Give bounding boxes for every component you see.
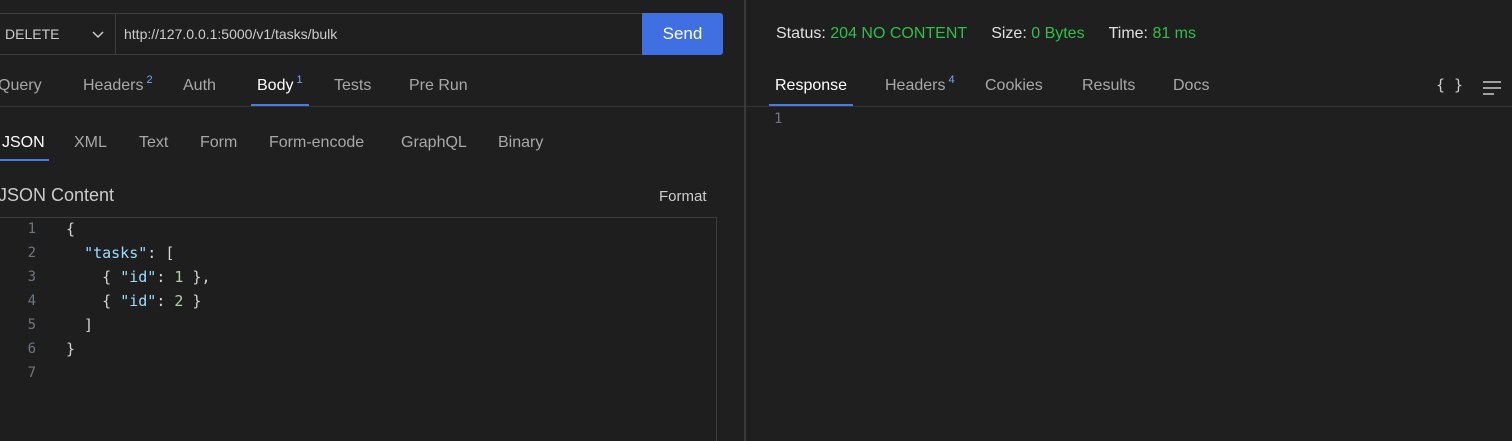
body-tab-graphql[interactable]: GraphQL bbox=[401, 134, 467, 152]
code-text: } bbox=[66, 340, 76, 358]
code-text: { "id": 1 }, bbox=[66, 268, 211, 286]
send-button[interactable]: Send bbox=[642, 13, 723, 55]
json-content-label: JSON Content bbox=[0, 185, 115, 205]
braces-icon[interactable]: { } bbox=[1436, 76, 1463, 94]
wrap-lines-icon[interactable] bbox=[1482, 80, 1502, 96]
time-value: 81 ms bbox=[1152, 25, 1197, 42]
tab-body[interactable]: Body 1 bbox=[251, 68, 309, 107]
response-line-number: 1 bbox=[774, 111, 783, 127]
tab-results-label: Results bbox=[1082, 77, 1136, 94]
tab-headers[interactable]: Headers 2 bbox=[83, 68, 153, 104]
tab-cookies[interactable]: Cookies bbox=[985, 68, 1043, 104]
url-text: http://127.0.0.1:5000/v1/tasks/bulk bbox=[124, 26, 338, 42]
tab-tests-label: Tests bbox=[334, 77, 372, 94]
status-value: 204 NO CONTENT bbox=[830, 25, 968, 42]
tab-headers-label: Headers bbox=[83, 77, 144, 94]
tab-auth[interactable]: Auth bbox=[183, 68, 216, 104]
tab-pre-run[interactable]: Pre Run bbox=[409, 68, 468, 104]
response-tabs-divider bbox=[746, 106, 1512, 107]
code-line: 1 { bbox=[0, 218, 716, 242]
line-number: 7 bbox=[27, 365, 36, 381]
tab-results[interactable]: Results bbox=[1082, 68, 1135, 104]
code-line: 6 } bbox=[0, 338, 716, 362]
response-status-bar: Status: 204 NO CONTENT Size: 0 Bytes Tim… bbox=[776, 25, 1220, 43]
tab-query-label: Query bbox=[0, 77, 42, 94]
size-label: Size: bbox=[991, 25, 1027, 42]
code-line: 5 ] bbox=[0, 314, 716, 338]
code-text: { bbox=[66, 220, 76, 238]
active-subtab-indicator bbox=[0, 159, 49, 161]
tab-auth-label: Auth bbox=[183, 77, 216, 94]
tab-pre-run-label: Pre Run bbox=[409, 77, 468, 94]
code-text: "tasks": [ bbox=[84, 244, 175, 262]
url-input[interactable]: http://127.0.0.1:5000/v1/tasks/bulk bbox=[115, 13, 643, 55]
body-tab-text[interactable]: Text bbox=[139, 134, 168, 152]
line-number: 1 bbox=[27, 221, 36, 237]
tab-response-headers-label: Headers bbox=[885, 77, 946, 94]
line-number: 2 bbox=[27, 245, 36, 261]
tab-response-headers[interactable]: Headers 4 bbox=[885, 68, 955, 104]
response-tabs: Response Headers 4 Cookies Results Docs bbox=[746, 68, 1512, 107]
size-value: 0 Bytes bbox=[1031, 25, 1085, 42]
code-line: 2 "tasks": [ bbox=[0, 242, 716, 266]
line-number: 6 bbox=[27, 341, 36, 357]
method-select[interactable]: DELETE bbox=[0, 13, 115, 55]
tab-query[interactable]: Query bbox=[0, 68, 42, 104]
tab-body-label: Body bbox=[257, 77, 294, 94]
line-number: 3 bbox=[27, 269, 36, 285]
tab-response-headers-badge: 4 bbox=[948, 74, 955, 86]
json-editor[interactable]: 1 { 2 "tasks": [ 3 { "id": 1 }, 4 { "id"… bbox=[0, 217, 717, 441]
body-type-tabs: JSON XML Text Form Form-encode GraphQL B… bbox=[0, 126, 744, 162]
status-stat: Status: 204 NO CONTENT bbox=[776, 25, 967, 43]
tab-docs-label: Docs bbox=[1173, 77, 1210, 94]
code-line: 7 bbox=[0, 362, 716, 386]
request-pane: DELETE http://127.0.0.1:5000/v1/tasks/bu… bbox=[0, 0, 744, 441]
tab-headers-badge: 2 bbox=[146, 74, 153, 86]
time-stat: Time: 81 ms bbox=[1109, 25, 1196, 43]
app-root: DELETE http://127.0.0.1:5000/v1/tasks/bu… bbox=[0, 0, 1512, 441]
response-pane: Status: 204 NO CONTENT Size: 0 Bytes Tim… bbox=[746, 0, 1512, 441]
body-tab-json-label: JSON bbox=[2, 134, 45, 151]
code-text: ] bbox=[66, 316, 94, 334]
time-label: Time: bbox=[1108, 25, 1148, 42]
tab-cookies-label: Cookies bbox=[985, 77, 1043, 94]
code-line: 3 { "id": 1 }, bbox=[0, 266, 716, 290]
size-stat: Size: 0 Bytes bbox=[991, 25, 1084, 43]
chevron-down-icon bbox=[92, 31, 104, 39]
tab-response-label: Response bbox=[775, 77, 848, 94]
body-tab-json[interactable]: JSON bbox=[0, 134, 49, 161]
tabs-divider bbox=[0, 106, 744, 107]
body-tab-form-encode[interactable]: Form-encode bbox=[269, 134, 364, 152]
format-button[interactable]: Format bbox=[659, 188, 707, 205]
tab-body-badge: 1 bbox=[296, 74, 303, 86]
request-tabs: Query Headers 2 Auth Body 1 Tests Pre Ru… bbox=[0, 68, 744, 107]
code-line: 4 { "id": 2 } bbox=[0, 290, 716, 314]
body-tab-form[interactable]: Form bbox=[200, 134, 237, 152]
status-label: Status: bbox=[776, 25, 826, 42]
line-number: 4 bbox=[27, 293, 36, 309]
method-label: DELETE bbox=[5, 26, 60, 42]
tab-docs[interactable]: Docs bbox=[1173, 68, 1209, 104]
line-number: 5 bbox=[27, 317, 36, 333]
tab-response[interactable]: Response bbox=[769, 68, 854, 107]
tab-tests[interactable]: Tests bbox=[334, 68, 371, 104]
body-tab-xml[interactable]: XML bbox=[74, 134, 107, 152]
code-text: { "id": 2 } bbox=[66, 292, 202, 310]
body-tab-binary[interactable]: Binary bbox=[498, 134, 543, 152]
